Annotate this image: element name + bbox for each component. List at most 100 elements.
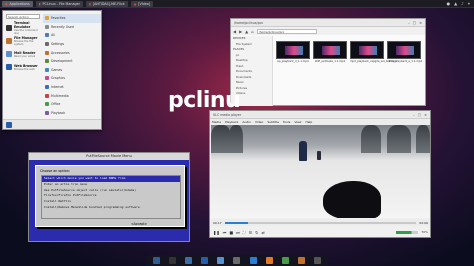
- settings-icon[interactable]: [249, 257, 257, 264]
- network-icon[interactable]: ●: [447, 1, 451, 6]
- terminal-icon[interactable]: [168, 257, 176, 264]
- terminal-icon: ▮: [89, 1, 91, 6]
- menu-view[interactable]: View: [294, 120, 301, 124]
- minimize-icon[interactable]: –: [408, 21, 410, 25]
- favorite-web-browser[interactable]: Web Browser Browse the web: [6, 61, 42, 73]
- next-icon[interactable]: ⏭: [236, 230, 240, 235]
- menu-category-playback[interactable]: Playback: [43, 109, 101, 118]
- volume-level: 70%: [421, 230, 428, 234]
- seek-slider[interactable]: [224, 221, 417, 224]
- back-icon[interactable]: ◀: [233, 29, 236, 34]
- volume-icon[interactable]: ♪: [461, 1, 464, 6]
- folder-icon[interactable]: [298, 257, 306, 264]
- menu-video[interactable]: Video: [255, 120, 263, 124]
- user-avatar-icon[interactable]: [6, 121, 12, 128]
- mail-icon[interactable]: [217, 257, 225, 264]
- file-tile[interactable]: pp_playback_d_1.1.mp4: [276, 41, 310, 63]
- sidebar-item-file-system[interactable]: File System: [231, 41, 272, 47]
- menu-category-accessories[interactable]: Accessories: [43, 48, 101, 57]
- devices-header: DEVICES: [233, 37, 246, 40]
- show-desktop-icon[interactable]: [152, 257, 160, 264]
- shuffle-icon[interactable]: ⇄: [261, 230, 264, 235]
- menu-category-all[interactable]: All: [43, 31, 101, 40]
- playlist-icon[interactable]: ☰: [249, 230, 253, 235]
- file-name: pp_playback_d_1.1.mp4: [277, 60, 309, 63]
- update-icon[interactable]: ▲: [454, 1, 457, 6]
- favorite-mail-reader[interactable]: Mail Reader Read your email: [6, 48, 42, 60]
- file-tile[interactable]: x4fce_playback_e_1.1.mp4: [387, 41, 422, 63]
- location-field[interactable]: /home/pclinux/pcc: [256, 28, 317, 34]
- category-icon: [45, 102, 49, 107]
- skier-figure: [317, 151, 321, 160]
- close-icon[interactable]: ×: [419, 21, 422, 25]
- loop-icon[interactable]: ↻: [255, 230, 258, 235]
- file-manager-icon[interactable]: [184, 257, 192, 264]
- vlc-icon: ▲: [133, 1, 137, 6]
- taskbar-item-video[interactable]: ▲ [Video]: [130, 0, 154, 7]
- menu-category-multimedia[interactable]: Multimedia: [43, 91, 101, 100]
- category-icon: [45, 76, 49, 81]
- file-tile[interactable]: mp4_playback_xspgde_wd_1.1.mp4: [350, 41, 397, 63]
- category-icon: [45, 33, 49, 38]
- menu-tools[interactable]: Tools: [283, 120, 290, 124]
- menu-audio[interactable]: Audio: [242, 120, 251, 124]
- fullscreen-icon[interactable]: ⛶: [243, 230, 246, 235]
- stop-icon[interactable]: ■: [229, 230, 233, 235]
- menu-playback[interactable]: Playback: [225, 120, 238, 124]
- close-icon[interactable]: ×: [424, 113, 427, 117]
- pp-dialog-title[interactable]: PutFileSource Movie Menu: [29, 153, 189, 160]
- minimize-icon[interactable]: –: [413, 113, 415, 117]
- pause-icon[interactable]: ❚❚: [213, 230, 220, 235]
- up-icon[interactable]: ▲: [245, 29, 248, 34]
- gloved-hand: [323, 181, 381, 218]
- time-elapsed: 00:17: [213, 220, 222, 225]
- taskbar-item-applications[interactable]: ◆ Applications: [2, 0, 33, 7]
- favorite-file-manager[interactable]: File Manager Browse the file system: [6, 35, 42, 47]
- text-editor-icon[interactable]: [281, 257, 289, 264]
- file-manager-window: /home/pclinux/pcc – □ × ◀ ▶ ▲ ⌂ /home/pcli…: [230, 18, 426, 106]
- menu-category-favorites[interactable]: Favorites: [43, 14, 101, 23]
- previous-icon[interactable]: ⏮: [223, 230, 227, 235]
- menu-category-development[interactable]: Development: [43, 57, 101, 66]
- search-icon[interactable]: [233, 257, 241, 264]
- forward-icon[interactable]: ▶: [239, 29, 242, 34]
- maximize-icon[interactable]: □: [418, 113, 421, 117]
- volume-slider[interactable]: [396, 230, 419, 234]
- menu-category-games[interactable]: Games: [43, 66, 101, 75]
- menu-category-recently-used[interactable]: Recently Used: [43, 23, 101, 32]
- maximize-icon[interactable]: □: [413, 21, 416, 25]
- folder-icon: ▮: [38, 1, 41, 6]
- menu-media[interactable]: Media: [212, 120, 221, 124]
- trash-icon[interactable]: [314, 257, 322, 264]
- file-manager-toolbar: ◀ ▶ ▲ ⌂ /home/pclinux/pcc: [231, 27, 425, 35]
- category-icon: [45, 24, 49, 29]
- seek-bar-row: 00:17 02:06: [211, 219, 430, 226]
- menu-search-input[interactable]: Search Action: [6, 14, 40, 19]
- places-header: PLACES: [233, 47, 245, 51]
- taskbar-item-terminal[interactable]: ▮ [ANTIDAS]-ME-Flick: [86, 0, 128, 7]
- media-icon[interactable]: [265, 257, 273, 264]
- menu-category-internet[interactable]: Internet: [43, 83, 101, 92]
- video-frame[interactable]: [211, 125, 430, 218]
- favorite-terminal[interactable]: Terminal Emulator Use the command line: [6, 21, 42, 35]
- menu-category-graphics[interactable]: Graphics: [43, 74, 101, 83]
- time-total: 02:06: [419, 220, 428, 225]
- folder-icon: [6, 38, 12, 44]
- menu-category-office[interactable]: Office: [43, 100, 101, 109]
- browser-icon[interactable]: [201, 257, 209, 264]
- file-name: kDE_pptmake_1.1.mp4: [315, 60, 345, 63]
- power-icon[interactable]: ⌖: [468, 1, 470, 6]
- file-manager-titlebar[interactable]: /home/pclinux/pcc – □ ×: [231, 19, 425, 27]
- video-thumbnail-icon: [276, 41, 310, 59]
- taskbar-item-file-manager[interactable]: ▮ PCLinux - File Manager: [35, 0, 83, 7]
- pp-option[interactable]: Install/Remove MenuSlide bundled program…: [42, 205, 180, 211]
- accept-button[interactable]: <Accept>: [131, 222, 147, 226]
- home-icon[interactable]: ⌂: [251, 29, 254, 34]
- menu-category-settings[interactable]: Settings: [43, 40, 101, 49]
- menu-subtitle[interactable]: Subtitle: [267, 120, 279, 124]
- menu-help[interactable]: Help: [305, 120, 312, 124]
- category-icon: [45, 16, 49, 21]
- media-player-titlebar[interactable]: VLC media player – □ ×: [210, 111, 430, 119]
- file-tile[interactable]: kDE_pptmake_1.1.mp4: [313, 41, 347, 63]
- video-thumbnail-icon: [350, 41, 384, 59]
